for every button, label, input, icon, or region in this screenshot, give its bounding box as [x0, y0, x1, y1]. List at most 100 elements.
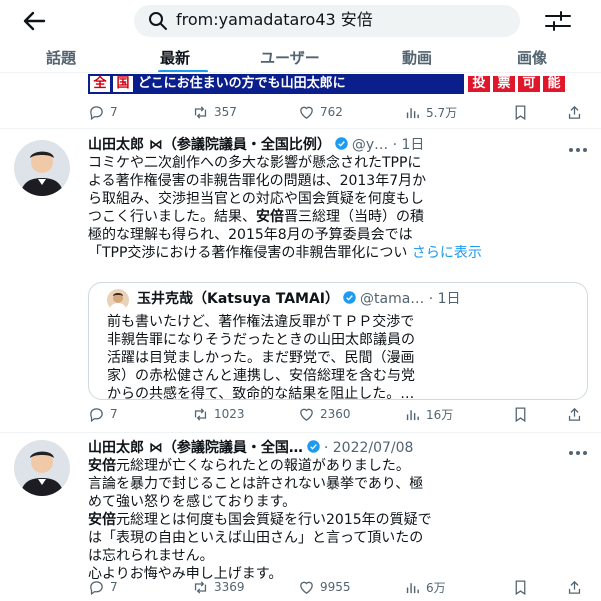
show-more-link[interactable]: さらに表示	[412, 245, 482, 261]
share-button[interactable]	[566, 576, 588, 598]
banner-red-char: 能	[543, 76, 565, 92]
tweet-line: ら取組み、交渉担当官との対応や国会質疑を何度もし	[88, 191, 424, 207]
retweet-icon	[194, 580, 207, 594]
banner-red-char: 票	[493, 76, 515, 92]
more-options-icon[interactable]	[568, 443, 588, 455]
reply-icon	[90, 407, 103, 422]
tweet-actions: 7 357 762 5.7万	[88, 101, 598, 123]
tweet-body: 安倍元総理が亡くなられたとの報道がありました。 言論を暴力で封じることは許されな…	[88, 457, 593, 583]
like-count: 2360	[320, 407, 351, 421]
tweet-line: めて強い怒りを感じております。	[88, 494, 297, 510]
avatar[interactable]	[14, 440, 70, 496]
quote-handle-and-time: @tama… · 1日	[360, 291, 461, 307]
retweet-count: 357	[214, 105, 237, 119]
banner-red-char: 投	[468, 76, 490, 92]
bookmark-icon	[515, 579, 526, 595]
share-button[interactable]	[566, 403, 588, 425]
quote-line: からの共感を得て、致命的な結果を阻止した。…	[107, 386, 415, 402]
tab-videos[interactable]: 動画	[402, 48, 432, 68]
quote-line: 前も書いたけど、著作権法違反罪がＴＰＰ交渉で	[107, 314, 415, 330]
tweet-line: 言論を暴力で封じることは許されない暴挙であり、極	[88, 476, 424, 492]
quote-avatar	[107, 289, 129, 311]
retweet-button[interactable]: 1023	[192, 403, 245, 425]
bookmark-button[interactable]	[512, 576, 534, 598]
reply-count: 7	[110, 105, 118, 119]
like-count: 9955	[320, 580, 351, 594]
views-button[interactable]: 6万	[404, 576, 446, 598]
quote-line: 活躍は目覚ましかった。まだ野党で、民間（漫画	[107, 350, 415, 366]
tweet-line: 「TPP交渉における著作権侵害の非親告罪化につい さらに表示	[88, 245, 482, 261]
top-bar: from:yamadataro43 安倍	[0, 0, 601, 42]
tab-latest[interactable]: 最新	[160, 48, 190, 68]
reply-count: 7	[110, 580, 118, 594]
tweet-header: 山田太郎 ⋈（参議院議員・全国… · 2022/07/08	[88, 438, 413, 458]
reply-count: 7	[110, 407, 118, 421]
reply-icon	[90, 580, 103, 595]
banner-vote-label: 投 票 可 能	[464, 74, 588, 94]
like-button[interactable]: 2360	[298, 403, 351, 425]
reply-button[interactable]: 7	[88, 403, 118, 425]
views-chart-icon	[406, 107, 419, 118]
tab-trending[interactable]: 話題	[46, 48, 76, 68]
tweet-body: コミケや二次創作への多大な影響が懸念されたTPPに よる著作権侵害の非親告罪化の…	[88, 154, 593, 262]
bookmark-button[interactable]	[512, 101, 534, 123]
display-name[interactable]: 山田太郎 ⋈（参議院議員・全国…	[88, 440, 303, 456]
tweet-line: つこく行いました。結果、安倍晋三総理（当時）の積	[88, 209, 424, 225]
tweet-divider	[0, 128, 601, 129]
tweet-header: 山田太郎 ⋈（参議院議員・全国比例） @y… · 1日	[88, 135, 424, 155]
search-query[interactable]: from:yamadataro43 安倍	[176, 8, 373, 32]
tweet-line: 極的な理解も得られ、2015年8月の予算委員会では	[88, 227, 413, 243]
tweet-actions: 7 1023 2360 16万	[88, 403, 598, 425]
views-chart-icon	[406, 582, 419, 593]
bookmark-icon	[515, 104, 526, 120]
retweet-icon	[194, 407, 207, 421]
share-button[interactable]	[566, 101, 588, 123]
view-count: 5.7万	[426, 105, 458, 120]
retweet-button[interactable]: 357	[192, 101, 237, 123]
quoted-tweet[interactable]: 玉井克哉（Katsuya TAMAI） @tama… · 1日 前も書いたけど、著…	[88, 282, 588, 402]
quote-header: 玉井克哉（Katsuya TAMAI） @tama… · 1日	[137, 289, 461, 309]
like-button[interactable]: 762	[298, 101, 343, 123]
reply-button[interactable]: 7	[88, 576, 118, 598]
tab-users[interactable]: ユーザー	[260, 48, 320, 68]
filter-settings-icon[interactable]	[543, 10, 573, 32]
views-chart-icon	[406, 409, 419, 420]
reply-button[interactable]: 7	[88, 101, 118, 123]
share-icon	[568, 580, 581, 594]
tweet-line: 安倍元総理とは何度も国会質疑を行い2015年の質疑で	[88, 512, 432, 528]
views-button[interactable]: 5.7万	[404, 101, 457, 123]
heart-icon	[300, 408, 313, 421]
verified-badge-icon	[343, 291, 356, 304]
tweet-date[interactable]: · 2022/07/08	[324, 440, 414, 456]
avatar[interactable]	[14, 140, 70, 196]
banner-text: どこにお住まいの方でも山田太郎に	[138, 76, 346, 91]
verified-badge-icon	[335, 137, 348, 150]
media-banner[interactable]: 全 国 どこにお住まいの方でも山田太郎に 投 票 可 能	[88, 74, 588, 94]
tweet-line: は忘れられません。	[88, 548, 214, 564]
view-count: 16万	[426, 407, 454, 422]
back-arrow-icon[interactable]	[20, 7, 50, 35]
tab-images[interactable]: 画像	[517, 48, 547, 68]
like-count: 762	[320, 105, 343, 119]
share-icon	[568, 407, 581, 421]
more-options-icon[interactable]	[568, 140, 588, 152]
banner-box-1: 全	[90, 76, 110, 92]
share-icon	[568, 105, 581, 119]
like-button[interactable]: 9955	[298, 576, 351, 598]
quote-line: 非親告罪になりそうだったときの山田太郎議員の	[107, 332, 415, 348]
heart-icon	[300, 581, 313, 594]
display-name[interactable]: 山田太郎 ⋈（参議院議員・全国比例）	[88, 137, 331, 153]
bookmark-button[interactable]	[512, 403, 534, 425]
view-count: 6万	[426, 580, 446, 595]
verified-badge-icon	[307, 440, 320, 453]
retweet-button[interactable]: 3369	[192, 576, 245, 598]
views-button[interactable]: 16万	[404, 403, 453, 425]
quote-display-name: 玉井克哉（Katsuya TAMAI）	[137, 291, 340, 307]
tweet-line: 安倍元総理が亡くなられたとの報道がありました。	[88, 458, 410, 474]
tweet-divider	[0, 432, 601, 433]
tweet-line: コミケや二次創作への多大な影響が懸念されたTPPに	[88, 155, 422, 171]
search-tabs: 話題 最新 ユーザー 動画 画像	[0, 42, 601, 72]
handle-and-time[interactable]: @y… · 1日	[352, 137, 425, 153]
search-icon	[148, 11, 168, 31]
retweet-count: 1023	[214, 407, 245, 421]
